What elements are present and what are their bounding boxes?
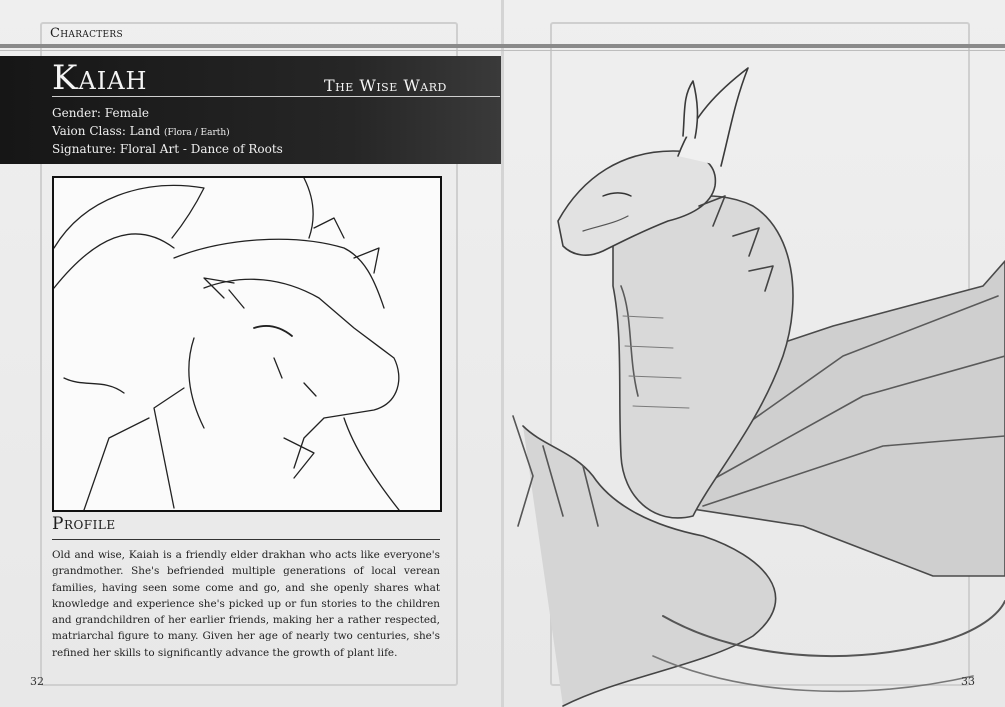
portrait-sketch <box>54 178 400 510</box>
page-number-left: 32 <box>30 675 44 688</box>
profile-heading: Profile <box>52 514 116 534</box>
class-detail: (Flora / Earth) <box>164 128 230 138</box>
profile-divider <box>52 539 440 540</box>
header-rule <box>0 44 1005 48</box>
section-label: Characters <box>50 26 123 41</box>
gender-line: Gender: Female <box>52 106 150 120</box>
character-title: The Wise Ward <box>324 76 447 95</box>
header-rule-thin <box>0 50 1005 51</box>
signature-line: Signature: Floral Art - Dance of Roots <box>52 142 283 156</box>
class-line: Vaion Class: Land (Flora / Earth) <box>52 124 230 138</box>
character-name: Kaiah <box>52 58 148 98</box>
class-value: Vaion Class: Land <box>52 124 161 138</box>
profile-text: Old and wise, Kaiah is a friendly elder … <box>52 549 440 659</box>
page-number-right: 33 <box>961 675 975 688</box>
banner-divider <box>52 96 500 97</box>
character-portrait <box>52 176 442 512</box>
dragon-illustration <box>512 67 1005 707</box>
character-banner: Kaiah The Wise Ward Gender: Female Vaion… <box>0 56 501 164</box>
